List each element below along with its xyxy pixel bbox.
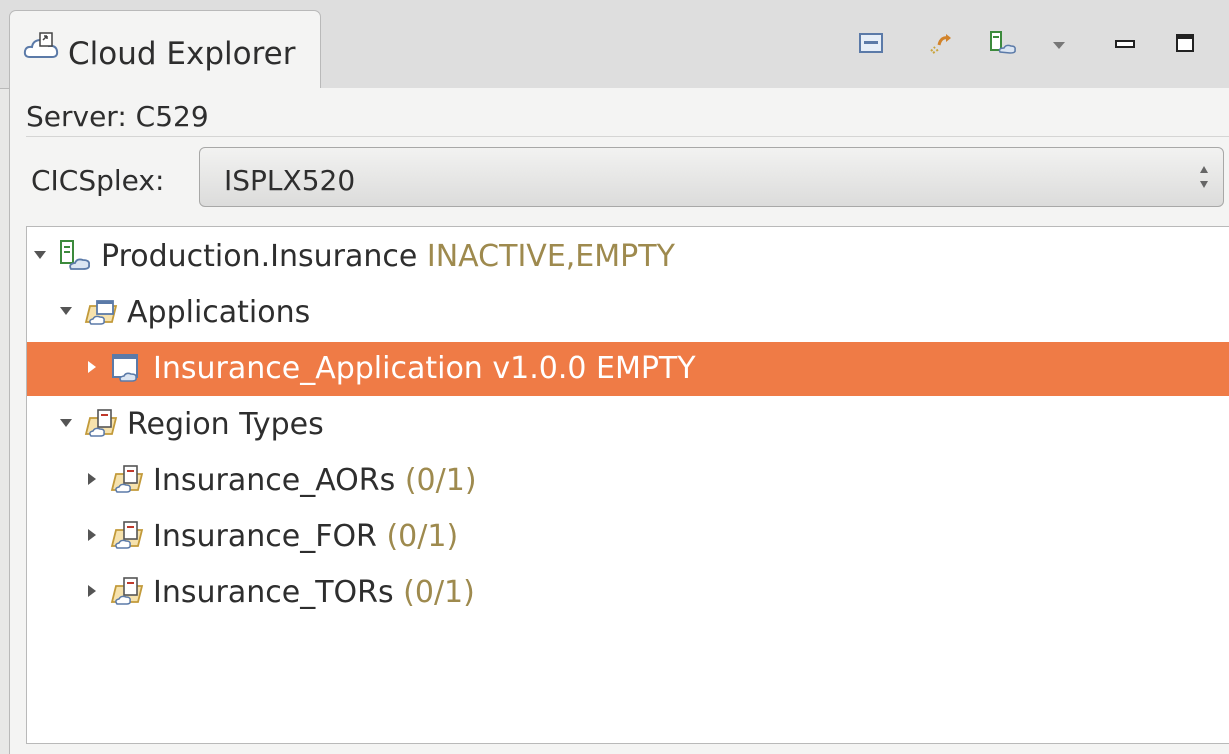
- tree-node-root[interactable]: Production.Insurance INACTIVE,EMPTY: [27, 230, 1229, 284]
- root-label: Production.Insurance: [101, 239, 418, 274]
- tab-cloud-explorer[interactable]: Cloud Explorer: [9, 10, 321, 88]
- view-content: Server: C529 CICSplex: ISPLX520 Producti…: [9, 88, 1229, 754]
- resource-tree[interactable]: Production.Insurance INACTIVE,EMPTY Appl…: [26, 226, 1229, 744]
- region-filter-button[interactable]: [988, 30, 1018, 60]
- region-filter-icon: [988, 30, 1018, 60]
- application-icon: [109, 350, 145, 386]
- maximize-button[interactable]: [1170, 30, 1200, 60]
- region-status: (0/1): [403, 575, 475, 610]
- view-menu-chevron-icon: [1051, 36, 1067, 55]
- expanded-arrow-icon[interactable]: [59, 415, 73, 429]
- tab-title: Cloud Explorer: [68, 36, 296, 72]
- tree-node-label: Insurance_FOR (0/1): [153, 520, 458, 554]
- region-type-icon: [109, 518, 145, 554]
- refresh-icon: [927, 31, 955, 59]
- region-label: Insurance_AORs: [153, 463, 396, 498]
- minimize-icon: [1114, 36, 1136, 55]
- region-label: Insurance_FOR: [153, 519, 377, 554]
- tree-node-label: Production.Insurance INACTIVE,EMPTY: [101, 240, 675, 274]
- tree-node-insurance-application[interactable]: Insurance_Application v1.0.0 EMPTY: [27, 342, 1229, 396]
- minimize-button[interactable]: [1110, 30, 1140, 60]
- collapsed-arrow-icon[interactable]: [85, 471, 99, 485]
- cloud-explorer-icon: [22, 31, 62, 65]
- tree-node-label: Insurance_AORs (0/1): [153, 464, 477, 498]
- application-label: Insurance_Application: [153, 351, 483, 386]
- cloud-explorer-window: Cloud Explorer Server: C529 CICSplex: IS…: [0, 0, 1229, 754]
- tree-node-label: Insurance_Application v1.0.0 EMPTY: [153, 352, 696, 386]
- tree-node-region-type[interactable]: Insurance_AORs (0/1): [27, 454, 1229, 508]
- maximize-icon: [1174, 32, 1196, 58]
- tree-node-label: Insurance_TORs (0/1): [153, 576, 475, 610]
- region-label: Insurance_TORs: [153, 575, 394, 610]
- tree-node-region-types[interactable]: Region Types: [27, 398, 1229, 452]
- tree-node-region-type[interactable]: Insurance_FOR (0/1): [27, 510, 1229, 564]
- collapse-all-icon: [858, 32, 884, 58]
- refresh-button[interactable]: [926, 30, 956, 60]
- collapsed-arrow-icon[interactable]: [85, 359, 99, 373]
- applications-folder-icon: [83, 294, 119, 330]
- server-label: Server: C529: [26, 100, 209, 133]
- cicsplex-select[interactable]: ISPLX520: [199, 147, 1224, 207]
- root-status: INACTIVE,EMPTY: [426, 239, 675, 274]
- expanded-arrow-icon[interactable]: [33, 247, 47, 261]
- tree-node-applications[interactable]: Applications: [27, 286, 1229, 340]
- cicsplex-system-icon: [57, 238, 93, 274]
- application-status: v1.0.0 EMPTY: [492, 351, 696, 386]
- region-type-icon: [109, 462, 145, 498]
- expanded-arrow-icon[interactable]: [59, 303, 73, 317]
- collapse-all-button[interactable]: [856, 30, 886, 60]
- cicsplex-label: CICSplex:: [31, 164, 165, 197]
- region-types-label: Region Types: [127, 407, 324, 442]
- region-type-icon: [109, 574, 145, 610]
- region-status: (0/1): [386, 519, 459, 554]
- tree-node-region-type[interactable]: Insurance_TORs (0/1): [27, 566, 1229, 620]
- cicsplex-value: ISPLX520: [224, 164, 356, 197]
- collapsed-arrow-icon[interactable]: [85, 583, 99, 597]
- spinner-arrows-icon: [1197, 160, 1211, 194]
- collapsed-arrow-icon[interactable]: [85, 527, 99, 541]
- separator: [26, 136, 1229, 137]
- view-menu-button[interactable]: [1044, 30, 1074, 60]
- region-types-folder-icon: [83, 406, 119, 442]
- view-tab-bar: Cloud Explorer: [0, 0, 1229, 89]
- region-status: (0/1): [404, 463, 477, 498]
- applications-label: Applications: [127, 295, 311, 330]
